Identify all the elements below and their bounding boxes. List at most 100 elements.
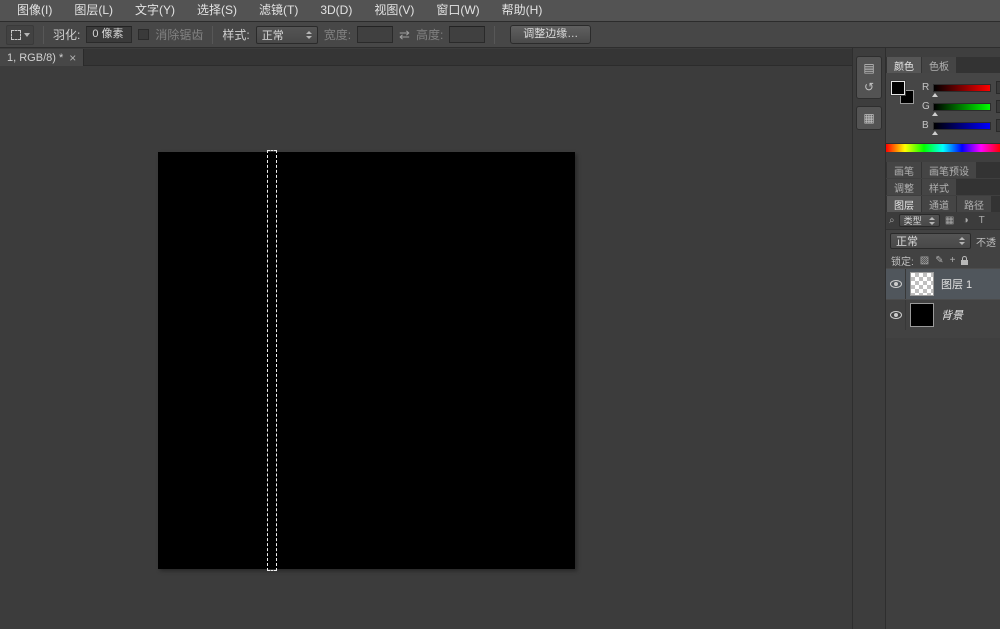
tab-channels[interactable]: 通道 xyxy=(922,196,956,212)
blend-mode-select[interactable]: 正常 xyxy=(890,233,971,249)
divider xyxy=(43,25,44,44)
brush-panel-tabs: 画笔 画笔预设 xyxy=(886,162,1000,178)
menu-help[interactable]: 帮助(H) xyxy=(491,0,554,21)
red-channel-row: R xyxy=(922,81,1000,97)
blue-value-input[interactable] xyxy=(996,119,1000,132)
photoshop-window: 图像(I) 图层(L) 文字(Y) 选择(S) 滤镜(T) 3D(D) 视图(V… xyxy=(0,0,1000,629)
tab-styles[interactable]: 样式 xyxy=(922,179,956,195)
color-spectrum-ramp[interactable] xyxy=(886,143,1000,152)
tool-options-bar: 羽化: 0 像素 消除锯齿 样式: 正常 宽度: ⇄ 高度: 调整边缘… xyxy=(0,22,1000,48)
refine-edge-button[interactable]: 调整边缘… xyxy=(510,25,592,44)
green-value-input[interactable] xyxy=(996,100,1000,113)
eye-icon xyxy=(889,311,902,319)
menu-3d[interactable]: 3D(D) xyxy=(309,0,363,21)
swap-dimensions-icon[interactable]: ⇄ xyxy=(399,27,410,43)
blend-mode-value: 正常 xyxy=(896,236,918,248)
menu-view[interactable]: 视图(V) xyxy=(363,0,425,21)
color-panel: R G B xyxy=(886,73,1000,143)
document-tab-strip: 1, RGB/8) * × xyxy=(0,49,852,66)
layer-thumbnail[interactable] xyxy=(910,303,934,327)
lock-position-icon[interactable]: + xyxy=(950,255,956,266)
panel-dock: 颜色 色板 R G B 画笔 画笔预设 调整 样式 图层 通道 路径 ⌕ 类型 … xyxy=(885,48,1000,629)
green-channel-row: G xyxy=(922,100,1000,116)
rectangular-marquee-icon xyxy=(10,29,21,40)
tab-adjustments[interactable]: 调整 xyxy=(887,179,921,195)
divider xyxy=(212,25,214,44)
updown-arrows-icon xyxy=(959,237,965,245)
layer-name[interactable]: 背景 xyxy=(941,307,963,323)
eye-icon xyxy=(889,280,902,288)
red-value-input[interactable] xyxy=(996,81,1000,94)
tab-brush[interactable]: 画笔 xyxy=(887,162,921,178)
visibility-cell[interactable] xyxy=(886,269,906,299)
menu-select[interactable]: 选择(S) xyxy=(186,0,248,21)
collapsed-panel-group: ▦ xyxy=(856,106,882,130)
visibility-cell[interactable] xyxy=(886,300,906,330)
antialias-checkbox[interactable] xyxy=(138,29,150,40)
rgb-sliders: R G B xyxy=(922,81,1000,138)
collapsed-panel-strip: ▤ ↺ ▦ xyxy=(856,56,882,137)
height-input[interactable] xyxy=(449,26,486,43)
pixel-filter-icon[interactable]: ▦ xyxy=(944,215,956,226)
divider xyxy=(494,25,496,44)
chevron-down-icon xyxy=(23,32,30,37)
updown-arrows-icon xyxy=(305,30,312,39)
menu-filter[interactable]: 滤镜(T) xyxy=(248,0,309,21)
properties-icon[interactable]: ▦ xyxy=(860,110,878,126)
menu-window[interactable]: 窗口(W) xyxy=(425,0,490,21)
menu-type[interactable]: 文字(Y) xyxy=(124,0,186,21)
blue-channel-label: B xyxy=(922,120,929,131)
lock-all-icon[interactable] xyxy=(961,255,969,265)
layer-row-background[interactable]: 背景 xyxy=(886,299,1000,330)
canvas-document[interactable] xyxy=(158,152,575,569)
history-icon[interactable]: ↺ xyxy=(860,79,878,95)
width-input[interactable] xyxy=(357,26,394,43)
layers-panel: ⌕ 类型 ▦ ◑ T 正常 不透 锁定: ▨ ✎ + 图层 1 背景 xyxy=(886,212,1000,338)
document-tab[interactable]: 1, RGB/8) * × xyxy=(0,49,85,66)
layer-thumbnail[interactable] xyxy=(910,272,934,296)
blue-slider[interactable] xyxy=(932,121,991,135)
layer-name[interactable]: 图层 1 xyxy=(941,276,972,292)
width-label: 宽度: xyxy=(323,28,352,42)
red-slider[interactable] xyxy=(932,83,991,97)
style-label: 样式: xyxy=(222,28,250,42)
tab-paths[interactable]: 路径 xyxy=(957,196,991,212)
lock-label: 锁定: xyxy=(891,256,914,268)
layer-filter-row: ⌕ 类型 ▦ ◑ T xyxy=(886,212,1000,230)
opacity-label: 不透 xyxy=(976,237,996,249)
layers-panel-tabs: 图层 通道 路径 xyxy=(886,196,1000,212)
menu-layer[interactable]: 图层(L) xyxy=(63,0,124,21)
tab-swatches[interactable]: 色板 xyxy=(922,57,956,73)
layer-filter-select[interactable]: 类型 xyxy=(898,214,940,227)
panel-region: ▤ ↺ ▦ 颜色 色板 R G B 画笔 画笔预设 调整 样式 图层 通道 路径… xyxy=(852,48,1000,629)
foreground-color-swatch[interactable] xyxy=(891,81,905,95)
style-select[interactable]: 正常 xyxy=(255,25,318,44)
search-icon: ⌕ xyxy=(889,215,895,226)
layer-row-layer1[interactable]: 图层 1 xyxy=(886,268,1000,299)
antialias-label: 消除锯齿 xyxy=(155,28,204,42)
document-tab-title: 1, RGB/8) * xyxy=(7,51,64,64)
adjustments-panel-tabs: 调整 样式 xyxy=(886,179,1000,195)
tool-preset-button[interactable] xyxy=(6,24,34,45)
close-icon[interactable]: × xyxy=(69,52,76,64)
tab-layers[interactable]: 图层 xyxy=(887,196,921,212)
panels-icon[interactable]: ▤ xyxy=(860,60,878,76)
collapsed-panel-group: ▤ ↺ xyxy=(856,56,882,99)
adjustment-filter-icon[interactable]: ◑ xyxy=(960,215,972,226)
marquee-selection[interactable] xyxy=(267,150,277,571)
tab-color[interactable]: 颜色 xyxy=(887,57,921,73)
lock-pixels-icon[interactable]: ✎ xyxy=(935,255,943,266)
style-select-value: 正常 xyxy=(261,29,284,42)
green-slider[interactable] xyxy=(932,102,991,116)
feather-input[interactable]: 0 像素 xyxy=(86,26,133,43)
menu-image[interactable]: 图像(I) xyxy=(6,0,63,21)
tab-brush-presets[interactable]: 画笔预设 xyxy=(922,162,976,178)
blue-channel-row: B xyxy=(922,119,1000,135)
color-panel-tabs: 颜色 色板 xyxy=(886,57,1000,73)
lock-transparency-icon[interactable]: ▨ xyxy=(920,255,929,266)
type-filter-icon[interactable]: T xyxy=(976,215,988,226)
canvas-area[interactable] xyxy=(0,66,852,629)
blend-mode-row: 正常 不透 xyxy=(886,230,1000,252)
green-channel-label: G xyxy=(922,101,930,112)
lock-row: 锁定: ▨ ✎ + xyxy=(886,252,1000,268)
